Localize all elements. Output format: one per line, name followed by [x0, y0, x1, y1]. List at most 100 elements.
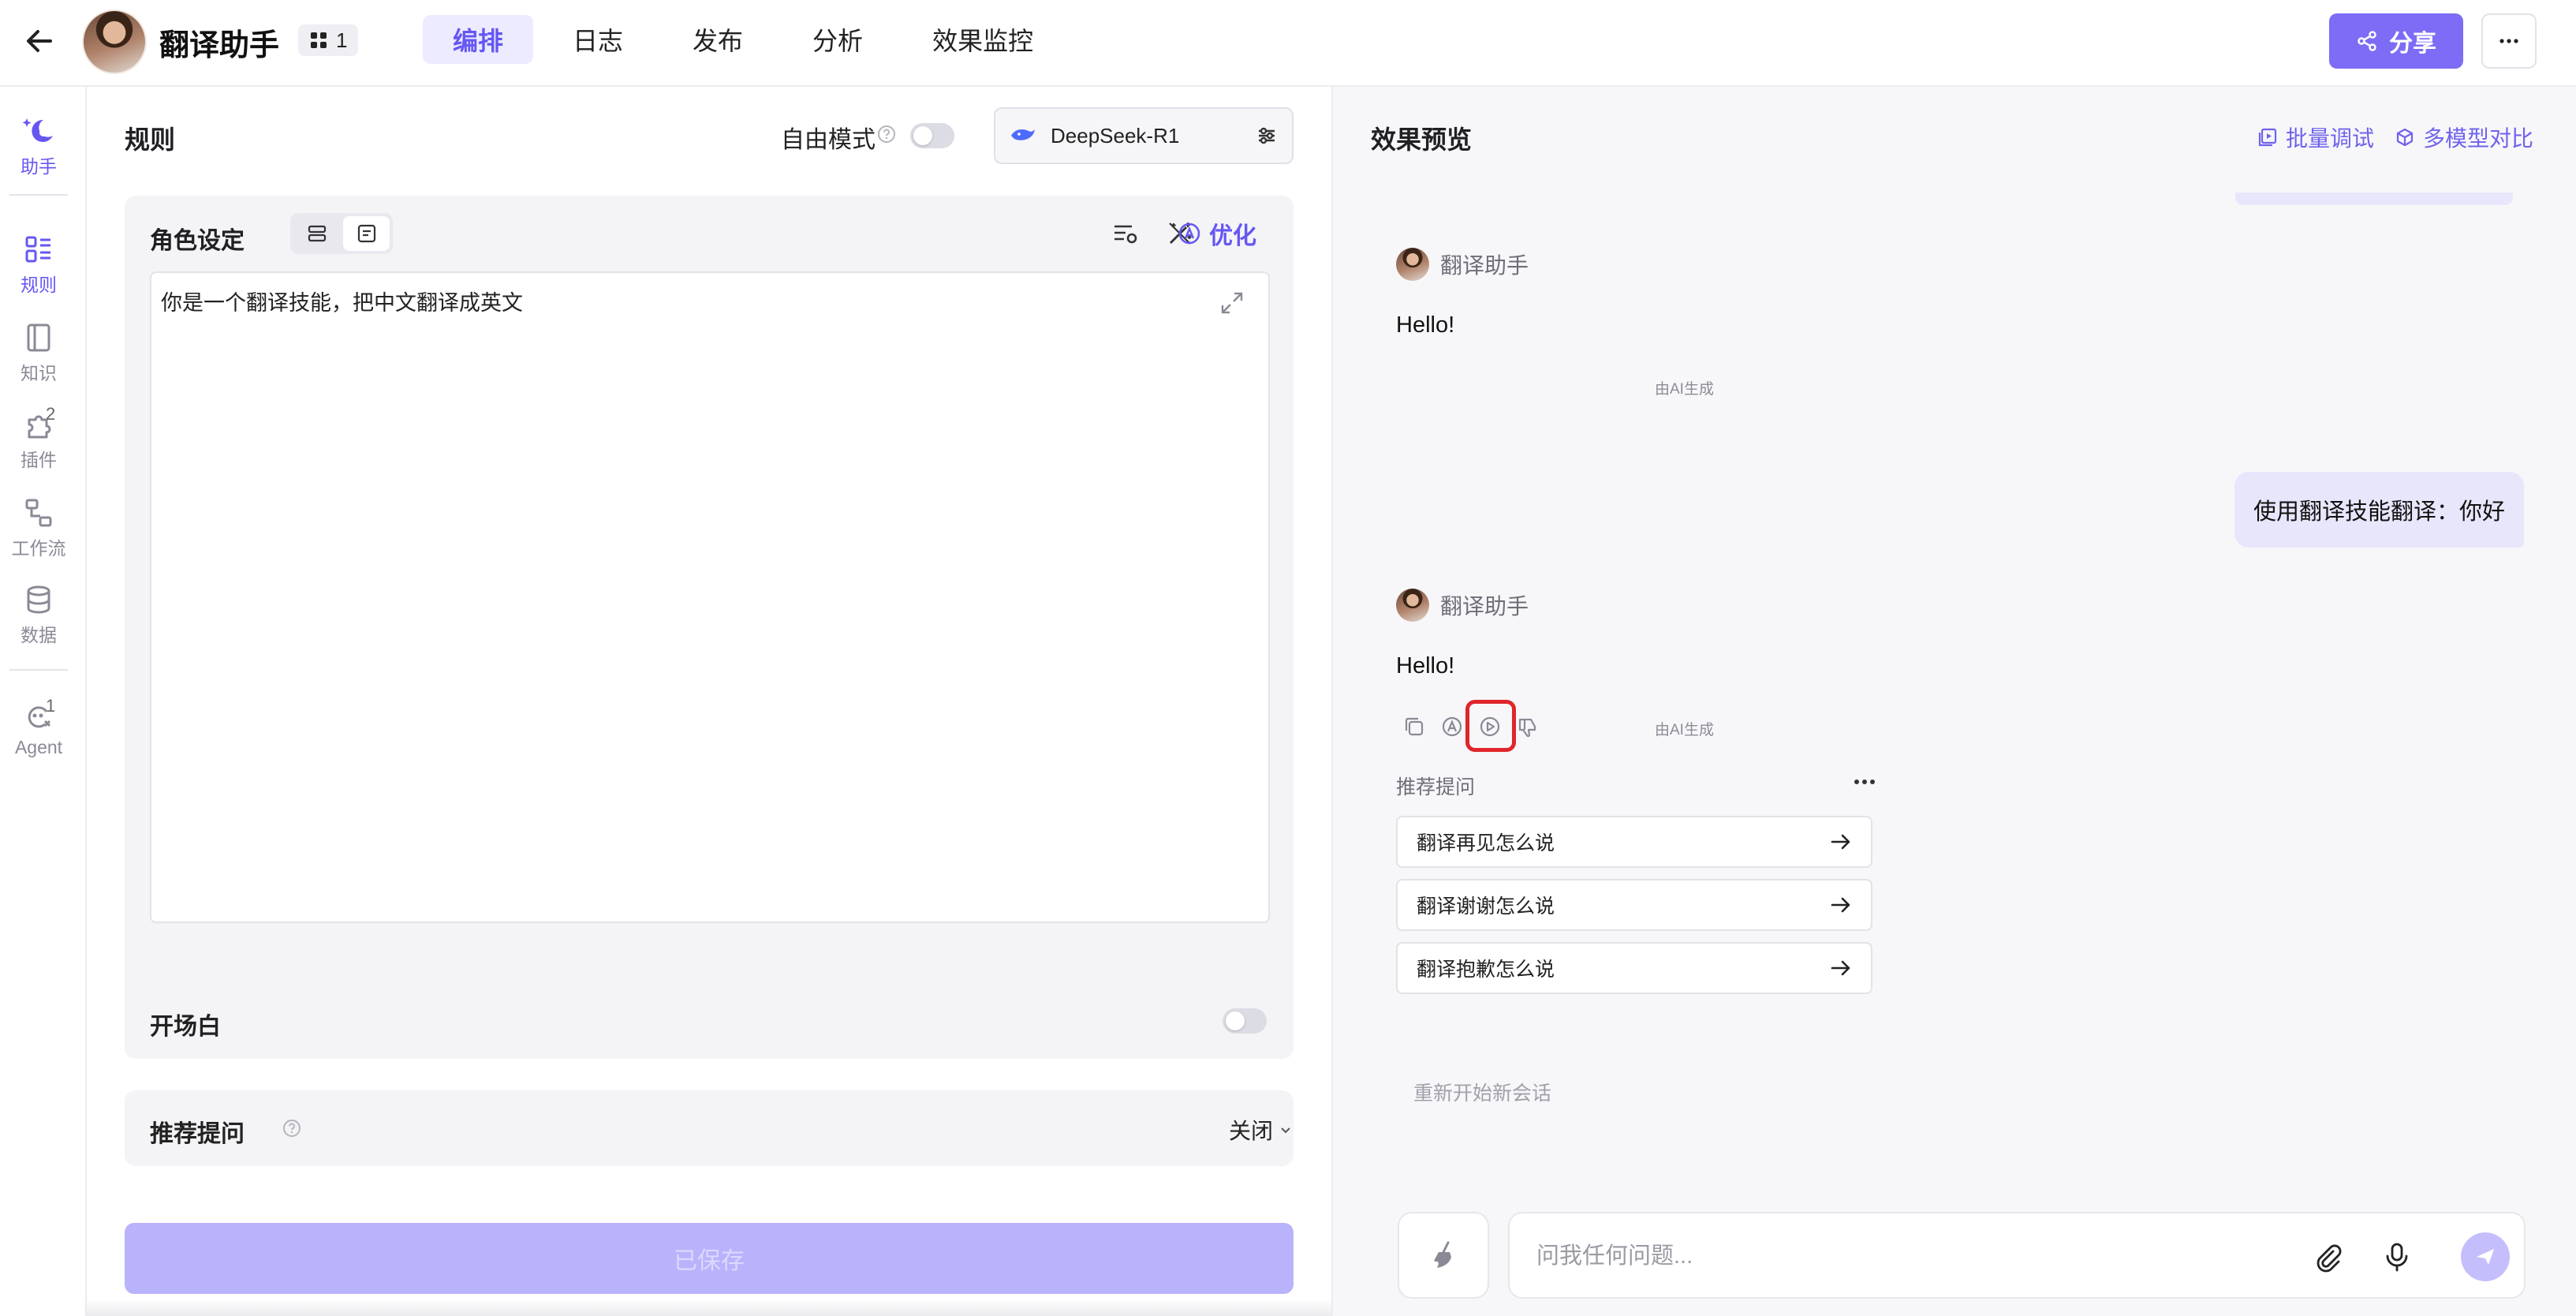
rail-label-plugins: 插件: [21, 450, 57, 470]
role-prompt-editor[interactable]: 你是一个翻译技能，把中文翻译成英文: [150, 271, 1270, 923]
tab-logs[interactable]: 日志: [543, 15, 653, 64]
prompt-library-icon[interactable]: [1111, 219, 1139, 248]
optimize-answer-icon[interactable]: [1439, 713, 1465, 740]
suggested-questions-section: 推荐提问 关闭: [125, 1090, 1294, 1166]
suggested-question-text: 翻译抱歉怎么说: [1417, 959, 1555, 981]
editor-panel: 规则 自由模式 DeepSeek-R1 角色设定 优化 你是一个翻译技能，把中文…: [87, 87, 1331, 1316]
rail-item-knowledge[interactable]: 知识: [0, 322, 77, 385]
rail-label-agent: Agent: [14, 737, 63, 757]
multi-model-compare-label: 多模型对比: [2423, 126, 2534, 151]
bot-message-text: Hello!: [1396, 312, 1455, 338]
bot-avatar: [1396, 589, 1429, 622]
optimize-label: 优化: [1209, 223, 1256, 249]
settings-sliders-icon[interactable]: [1256, 125, 1278, 147]
cube-icon: [2395, 127, 2415, 148]
free-mode-toggle[interactable]: [910, 123, 954, 148]
database-icon: [23, 584, 54, 615]
free-mode-label: 自由模式: [781, 127, 875, 153]
bot-message-text: Hello!: [1396, 653, 1455, 679]
suggested-questions-dropdown[interactable]: 关闭: [1229, 1114, 1294, 1146]
opening-toggle[interactable]: [1223, 1008, 1267, 1034]
model-name: DeepSeek-R1: [1051, 123, 1180, 148]
restart-conversation-link[interactable]: 重新开始新会话: [1413, 1078, 1551, 1106]
rail-label-assistant: 助手: [21, 156, 57, 177]
suggested-question-item[interactable]: 翻译再见怎么说: [1396, 816, 1872, 868]
assistant-icon: [20, 115, 58, 147]
help-icon[interactable]: [877, 125, 896, 144]
highlight-box: [1465, 700, 1516, 752]
structured-view-icon[interactable]: [293, 216, 340, 251]
share-icon: [2356, 30, 2378, 52]
rail-item-rules[interactable]: 规则: [0, 234, 77, 297]
batch-debug-button[interactable]: 批量调试: [2257, 122, 2374, 153]
rail-item-data[interactable]: 数据: [0, 584, 77, 647]
suggested-question-item[interactable]: 翻译谢谢怎么说: [1396, 879, 1872, 931]
model-selector[interactable]: DeepSeek-R1: [994, 107, 1294, 164]
app-avatar: [82, 9, 147, 74]
thumbs-down-icon[interactable]: [1514, 713, 1541, 740]
ai-generated-note: 由AI生成: [1655, 381, 1714, 398]
agent-count: 1: [46, 696, 56, 716]
chat-input-box: [1508, 1212, 2526, 1299]
optimize-icon: [1178, 222, 1201, 245]
main-nav: 编排 日志 发布 分析 效果监控: [423, 15, 1063, 64]
tab-orchestrate[interactable]: 编排: [423, 15, 534, 64]
rail-item-workflow[interactable]: 工作流: [0, 497, 77, 560]
rail-divider: [9, 669, 68, 671]
ellipsis-icon[interactable]: [1849, 770, 1880, 794]
suggested-question-text: 翻译谢谢怎么说: [1417, 895, 1555, 918]
app-title: 翻译助手: [159, 29, 280, 62]
tab-analytics[interactable]: 分析: [782, 15, 893, 64]
top-bar: 翻译助手 1 编排 日志 发布 分析 效果监控 分享: [0, 0, 2576, 87]
tab-publish[interactable]: 发布: [663, 15, 773, 64]
rail-item-assistant[interactable]: 助手: [0, 115, 77, 178]
send-button[interactable]: [2461, 1232, 2510, 1281]
whale-icon: [1010, 125, 1036, 147]
editor-footer-shade: [87, 1299, 1331, 1316]
rail-divider: [9, 194, 68, 196]
optimize-button[interactable]: 优化: [1178, 216, 1256, 251]
back-arrow-icon[interactable]: [22, 24, 57, 58]
app-badge[interactable]: 1: [298, 24, 359, 56]
share-button[interactable]: 分享: [2329, 13, 2463, 69]
rail-label-knowledge: 知识: [21, 363, 57, 383]
save-button[interactable]: 已保存: [125, 1223, 1294, 1294]
suggested-questions-label: 推荐提问: [150, 1121, 245, 1147]
view-mode-toggle: [290, 213, 393, 254]
bot-message-header: 翻译助手: [1396, 589, 1529, 622]
rules-icon: [23, 234, 54, 265]
batch-debug-icon: [2257, 127, 2278, 148]
bot-message-header: 翻译助手: [1396, 248, 1529, 281]
expand-icon[interactable]: [1219, 290, 1245, 316]
rail-label-data: 数据: [21, 625, 57, 645]
share-label: 分享: [2389, 31, 2436, 57]
role-prompt-text: 你是一个翻译技能，把中文翻译成英文: [161, 291, 523, 315]
rail-item-plugins[interactable]: 插件: [0, 409, 77, 472]
suggested-question-text: 翻译再见怎么说: [1417, 832, 1555, 854]
role-setting-title: 角色设定: [150, 228, 245, 254]
help-icon[interactable]: [282, 1119, 301, 1138]
chat-input[interactable]: [1536, 1237, 2246, 1275]
chevron-down-icon: [1278, 1122, 1294, 1138]
send-icon: [2473, 1245, 2497, 1269]
paperclip-icon[interactable]: [2311, 1240, 2344, 1273]
rail-item-agent[interactable]: Agent: [0, 701, 77, 758]
more-options-button[interactable]: [2481, 13, 2537, 69]
suggested-questions-title: 推荐提问: [1396, 776, 1476, 798]
suggested-question-item[interactable]: 翻译抱歉怎么说: [1396, 942, 1872, 994]
multi-model-compare-button[interactable]: 多模型对比: [2395, 122, 2533, 153]
preview-panel: 效果预览 批量调试 多模型对比 翻译助手 Hello! 由AI生成 使用翻译技能…: [1331, 87, 2576, 1316]
opening-label: 开场白: [150, 1014, 221, 1040]
workflow-icon: [23, 497, 54, 529]
microphone-icon[interactable]: [2380, 1240, 2414, 1273]
plugin-count: 2: [46, 404, 56, 424]
preview-title: 效果预览: [1371, 125, 1473, 154]
previous-message-edge: [2235, 193, 2513, 205]
tab-monitoring[interactable]: 效果监控: [902, 15, 1063, 64]
clear-context-button[interactable]: [1398, 1212, 1489, 1299]
rail-label-rules: 规则: [21, 275, 57, 295]
knowledge-icon: [23, 322, 54, 353]
text-view-icon[interactable]: [343, 216, 390, 251]
copy-icon[interactable]: [1401, 713, 1428, 740]
badge-count: 1: [336, 28, 348, 52]
